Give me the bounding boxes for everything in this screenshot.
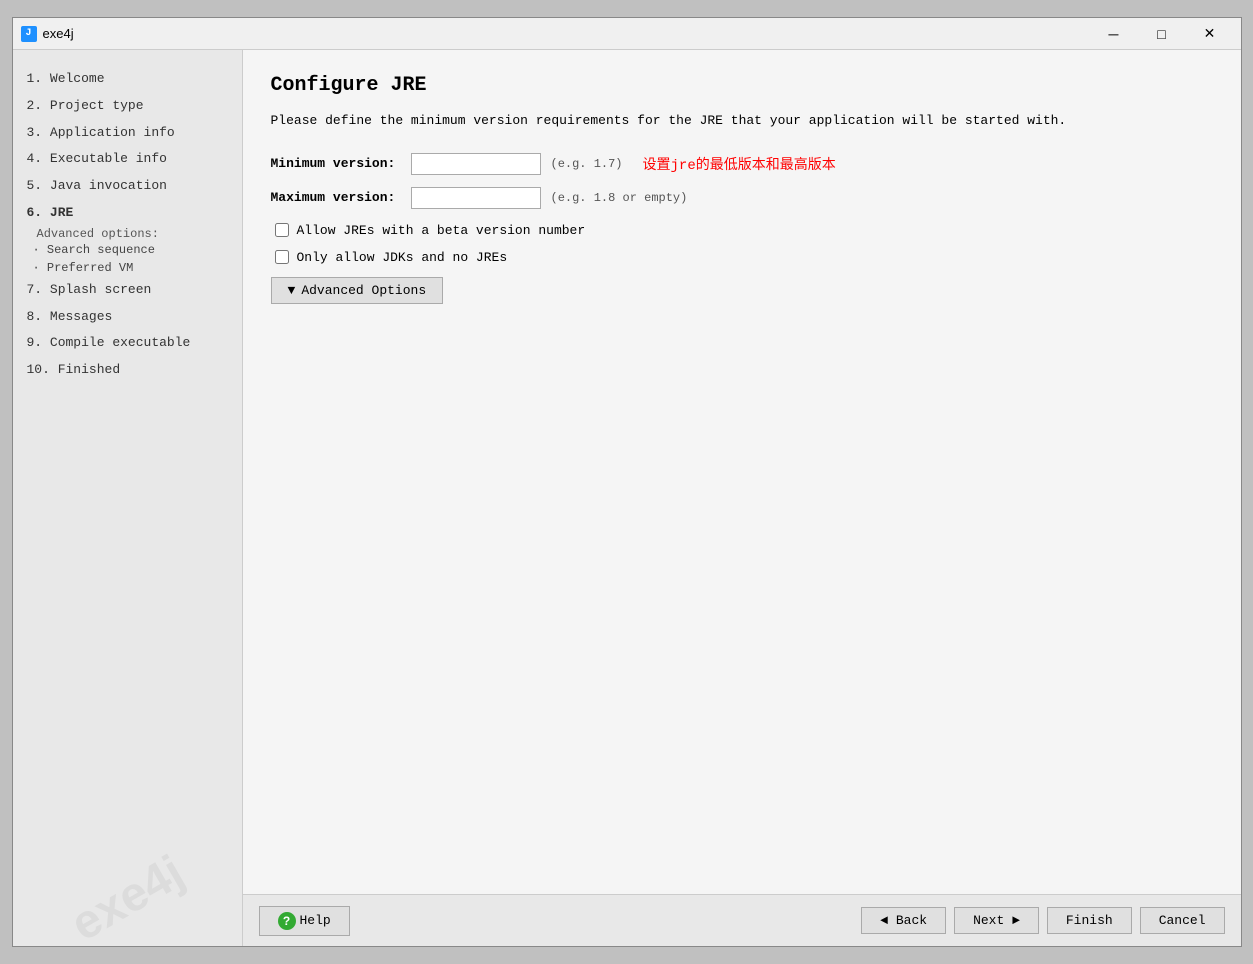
sidebar-item-preferred-vm[interactable]: · Preferred VM bbox=[25, 259, 230, 277]
content-area: 1. Welcome 2. Project type 3. Applicatio… bbox=[13, 50, 1241, 946]
help-label: Help bbox=[300, 913, 331, 928]
app-icon: J bbox=[21, 26, 37, 42]
sidebar-item-project-type[interactable]: 2. Project type bbox=[25, 93, 230, 120]
close-button[interactable]: ✕ bbox=[1187, 20, 1233, 48]
sidebar-item-compile-executable[interactable]: 9. Compile executable bbox=[25, 330, 230, 357]
only-jdks-checkbox[interactable] bbox=[275, 250, 289, 264]
main-content: Configure JRE Please define the minimum … bbox=[243, 50, 1241, 894]
sidebar-item-finished[interactable]: 10. Finished bbox=[25, 357, 230, 384]
sidebar-item-application-info[interactable]: 3. Application info bbox=[25, 120, 230, 147]
title-bar-controls: ─ □ ✕ bbox=[1091, 20, 1233, 48]
only-jdks-row: Only allow JDKs and no JREs bbox=[271, 250, 1213, 265]
cancel-button[interactable]: Cancel bbox=[1140, 907, 1225, 934]
back-button[interactable]: ◄ Back bbox=[861, 907, 946, 934]
footer-left: ? Help bbox=[259, 906, 350, 936]
max-version-row: Maximum version: (e.g. 1.8 or empty) bbox=[271, 187, 1213, 209]
min-version-row: Minimum version: (e.g. 1.7) 设置jre的最低版本和最… bbox=[271, 153, 1213, 175]
next-label: Next ► bbox=[973, 913, 1020, 928]
min-version-label: Minimum version: bbox=[271, 156, 401, 171]
allow-beta-label: Allow JREs with a beta version number bbox=[297, 223, 586, 238]
page-title: Configure JRE bbox=[271, 74, 1213, 97]
sidebar-watermark: exe4j bbox=[14, 817, 240, 946]
sidebar-item-java-invocation[interactable]: 5. Java invocation bbox=[25, 173, 230, 200]
minimize-button[interactable]: ─ bbox=[1091, 20, 1137, 48]
allow-beta-checkbox[interactable] bbox=[275, 223, 289, 237]
sidebar-item-splash-screen[interactable]: 7. Splash screen bbox=[25, 277, 230, 304]
footer-right: ◄ Back Next ► Finish Cancel bbox=[861, 907, 1224, 934]
sidebar-item-search-sequence[interactable]: · Search sequence bbox=[25, 241, 230, 259]
max-version-label: Maximum version: bbox=[271, 190, 401, 205]
maximize-button[interactable]: □ bbox=[1139, 20, 1185, 48]
back-label: ◄ Back bbox=[880, 913, 927, 928]
next-button[interactable]: Next ► bbox=[954, 907, 1039, 934]
sidebar-item-messages[interactable]: 8. Messages bbox=[25, 304, 230, 331]
max-version-input[interactable] bbox=[411, 187, 541, 209]
max-version-hint: (e.g. 1.8 or empty) bbox=[551, 191, 688, 205]
title-bar-left: J exe4j bbox=[21, 26, 74, 42]
version-annotation: 设置jre的最低版本和最高版本 bbox=[643, 154, 836, 174]
cancel-label: Cancel bbox=[1159, 913, 1206, 928]
sidebar-item-jre[interactable]: 6. JRE bbox=[25, 200, 230, 227]
main-panel: Configure JRE Please define the minimum … bbox=[243, 50, 1241, 946]
advanced-options-arrow-icon: ▼ bbox=[288, 283, 296, 298]
title-bar: J exe4j ─ □ ✕ bbox=[13, 18, 1241, 50]
sidebar-item-welcome[interactable]: 1. Welcome bbox=[25, 66, 230, 93]
help-button[interactable]: ? Help bbox=[259, 906, 350, 936]
min-version-input[interactable] bbox=[411, 153, 541, 175]
page-description: Please define the minimum version requir… bbox=[271, 111, 1213, 131]
only-jdks-label: Only allow JDKs and no JREs bbox=[297, 250, 508, 265]
allow-beta-row: Allow JREs with a beta version number bbox=[271, 223, 1213, 238]
min-version-hint: (e.g. 1.7) bbox=[551, 157, 623, 171]
finish-label: Finish bbox=[1066, 913, 1113, 928]
sidebar: 1. Welcome 2. Project type 3. Applicatio… bbox=[13, 50, 243, 946]
window-title: exe4j bbox=[43, 26, 74, 41]
finish-button[interactable]: Finish bbox=[1047, 907, 1132, 934]
help-icon: ? bbox=[278, 912, 296, 930]
sidebar-advanced-options-header: Advanced options: bbox=[25, 227, 230, 241]
advanced-options-button[interactable]: ▼ Advanced Options bbox=[271, 277, 444, 304]
main-window: J exe4j ─ □ ✕ 1. Welcome 2. Project type… bbox=[12, 17, 1242, 947]
sidebar-item-executable-info[interactable]: 4. Executable info bbox=[25, 146, 230, 173]
advanced-options-label: Advanced Options bbox=[301, 283, 426, 298]
footer: ? Help ◄ Back Next ► Finish Canc bbox=[243, 894, 1241, 946]
